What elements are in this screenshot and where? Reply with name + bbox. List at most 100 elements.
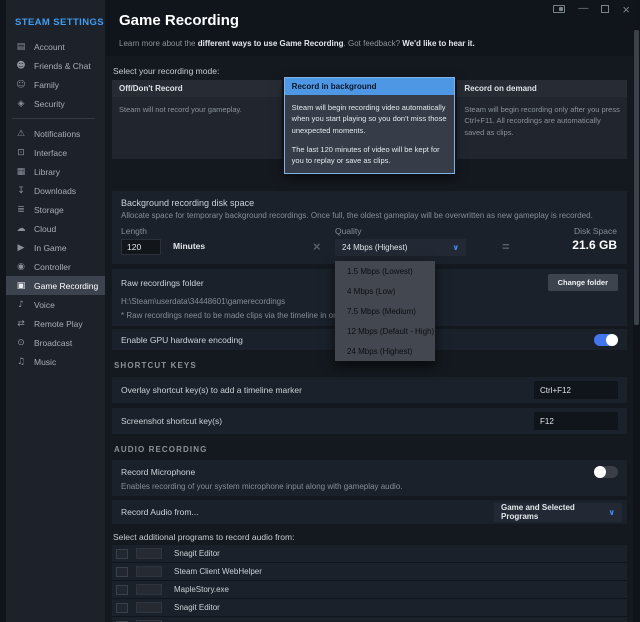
- scrollbar-thumb[interactable]: [634, 30, 639, 325]
- maximize-button[interactable]: [601, 5, 609, 13]
- close-button[interactable]: ×: [622, 5, 630, 14]
- chevron-down-icon: ∨: [609, 508, 616, 517]
- screenshot-shortcut-input[interactable]: [534, 412, 618, 430]
- drive-icon: ≣: [15, 205, 27, 215]
- sidebar-item-label: Broadcast: [34, 338, 72, 348]
- sidebar-item-label: Security: [34, 99, 65, 109]
- quality-option[interactable]: 24 Mbps (Highest): [335, 341, 435, 361]
- disk-section-title: Background recording disk space: [121, 198, 618, 208]
- sidebar-item-game-recording[interactable]: ▣Game Recording: [0, 276, 105, 295]
- sidebar-item-downloads[interactable]: ↧Downloads: [0, 181, 105, 200]
- length-block: Length: [121, 226, 161, 255]
- grid-icon: ▦: [15, 167, 27, 177]
- change-folder-button[interactable]: Change folder: [548, 274, 618, 291]
- disk-space-section: Background recording disk space Allocate…: [112, 191, 627, 264]
- sidebar-item-label: Family: [34, 80, 59, 90]
- recording-icon: ▣: [15, 281, 27, 291]
- learn-prefix-text: Learn more about the: [119, 39, 198, 48]
- toggle-knob: [594, 466, 606, 478]
- quality-option[interactable]: 1.5 Mbps (Lowest): [335, 261, 435, 281]
- quality-option[interactable]: 7.5 Mbps (Medium): [335, 301, 435, 321]
- page-title: Game Recording: [119, 12, 626, 29]
- cloud-icon: ☁: [15, 224, 27, 234]
- mode-card-background[interactable]: Record in background Steam will begin re…: [284, 77, 456, 174]
- program-checkbox[interactable]: [116, 549, 128, 559]
- mode-card-off[interactable]: Off/Don't Record Steam will not record y…: [112, 80, 282, 159]
- different-ways-link[interactable]: different ways to use Game Recording: [198, 39, 344, 48]
- download-icon: ↧: [15, 186, 27, 196]
- program-name: MapleStory.exe: [174, 585, 229, 594]
- overlay-shortcut-input[interactable]: [534, 381, 618, 399]
- quality-option[interactable]: 12 Mbps (Default - High): [335, 321, 435, 341]
- sidebar-item-family[interactable]: ☺ Family: [0, 75, 105, 94]
- sidebar-item-label: Account: [34, 42, 65, 52]
- program-row: Snagit Editor: [112, 599, 627, 617]
- sidebar-item-friends-chat[interactable]: ☻Friends & Chat: [0, 56, 105, 75]
- sidebar-item-remote-play[interactable]: ⇄Remote Play: [0, 314, 105, 333]
- minimize-button[interactable]: —: [578, 4, 588, 14]
- length-label: Length: [121, 226, 161, 236]
- disk-space-block: Disk Space 21.6 GB: [572, 226, 617, 252]
- multiply-symbol: ×: [313, 239, 321, 254]
- screenshot-shortcut-row: Screenshot shortcut key(s): [112, 408, 627, 434]
- quality-select[interactable]: 24 Mbps (Highest) ∨ 1.5 Mbps (Lowest) 4 …: [335, 239, 466, 256]
- sidebar-item-music[interactable]: ♫ Music: [0, 352, 105, 371]
- sidebar-item-controller[interactable]: ◉Controller: [0, 257, 105, 276]
- monitor-icon: ⊡: [15, 148, 27, 158]
- quality-selected-value: 24 Mbps (Highest): [342, 243, 407, 252]
- sidebar-item-label: Notifications: [34, 129, 80, 139]
- sidebar-item-account[interactable]: ▤Account: [0, 37, 105, 56]
- music-icon: ♫: [15, 357, 27, 367]
- sidebar-item-storage[interactable]: ≣ Storage: [0, 200, 105, 219]
- sidebar-item-notifications[interactable]: ⚠ Notifications: [0, 124, 105, 143]
- mode-card-paragraph: The last 120 minutes of video will be ke…: [292, 144, 448, 167]
- length-unit-label: Minutes: [173, 241, 205, 251]
- sidebar-item-cloud[interactable]: ☁Cloud: [0, 219, 105, 238]
- gpu-encoding-toggle[interactable]: [594, 334, 618, 346]
- recording-mode-label: Select your recording mode:: [113, 66, 627, 76]
- feedback-link[interactable]: We'd like to hear it.: [402, 39, 474, 48]
- program-row: Steam Client WebHelper: [112, 563, 627, 581]
- sidebar-item-interface[interactable]: ⊡Interface: [0, 143, 105, 162]
- notifications-icon: ⚠: [15, 129, 27, 139]
- record-microphone-toggle[interactable]: [594, 466, 618, 478]
- sidebar-item-label: Music: [34, 357, 56, 367]
- sidebar-item-security[interactable]: ◈ Security: [0, 94, 105, 113]
- mode-card-body: Steam will not record your gameplay.: [112, 97, 282, 159]
- mode-card-on-demand[interactable]: Record on demand Steam will begin record…: [457, 80, 627, 159]
- record-audio-from-label: Record Audio from...: [121, 507, 198, 517]
- sidebar-item-in-game[interactable]: ▶In Game: [0, 238, 105, 257]
- chevron-down-icon: ∨: [453, 243, 460, 252]
- scrollbar-track[interactable]: [633, 0, 640, 622]
- program-row: Snagit Editor: [112, 545, 627, 563]
- sidebar-item-label: Remote Play: [34, 319, 83, 329]
- mode-card-title: Record on demand: [457, 80, 627, 97]
- program-checkbox[interactable]: [116, 603, 128, 613]
- raw-folder-label: Raw recordings folder: [121, 278, 204, 288]
- sidebar-item-voice[interactable]: ♪Voice: [0, 295, 105, 314]
- disk-space-label: Disk Space: [572, 226, 617, 236]
- program-list: Snagit Editor Steam Client WebHelper Map…: [112, 545, 627, 622]
- quality-option[interactable]: 4 Mbps (Low): [335, 281, 435, 301]
- sidebar-item-label: Storage: [34, 205, 64, 215]
- program-thumbnail: [136, 566, 162, 577]
- sidebar-item-broadcast[interactable]: ⊙Broadcast: [0, 333, 105, 352]
- sidebar-divider: [12, 118, 95, 119]
- sidebar-item-library[interactable]: ▦ Library: [0, 162, 105, 181]
- audio-source-select[interactable]: Game and Selected Programs ∨: [494, 503, 622, 522]
- program-checkbox[interactable]: [116, 567, 128, 577]
- shield-icon: ◈: [15, 99, 27, 109]
- gpu-encoding-label: Enable GPU hardware encoding: [121, 335, 243, 345]
- panel-icon[interactable]: [553, 5, 565, 13]
- recording-mode-cards: Off/Don't Record Steam will not record y…: [112, 80, 627, 177]
- program-name: Steam Client WebHelper: [174, 567, 262, 576]
- quality-block: Quality 24 Mbps (Highest) ∨ 1.5 Mbps (Lo…: [335, 226, 466, 256]
- sidebar-item-label: Library: [34, 167, 60, 177]
- family-icon: ☺: [15, 80, 27, 90]
- overlay-shortcut-label: Overlay shortcut key(s) to add a timelin…: [121, 385, 302, 395]
- program-thumbnail: [136, 602, 162, 613]
- length-input[interactable]: [121, 239, 161, 255]
- settings-main-panel: Game Recording Learn more about the diff…: [105, 0, 640, 622]
- program-thumbnail: [136, 584, 162, 595]
- program-checkbox[interactable]: [116, 585, 128, 595]
